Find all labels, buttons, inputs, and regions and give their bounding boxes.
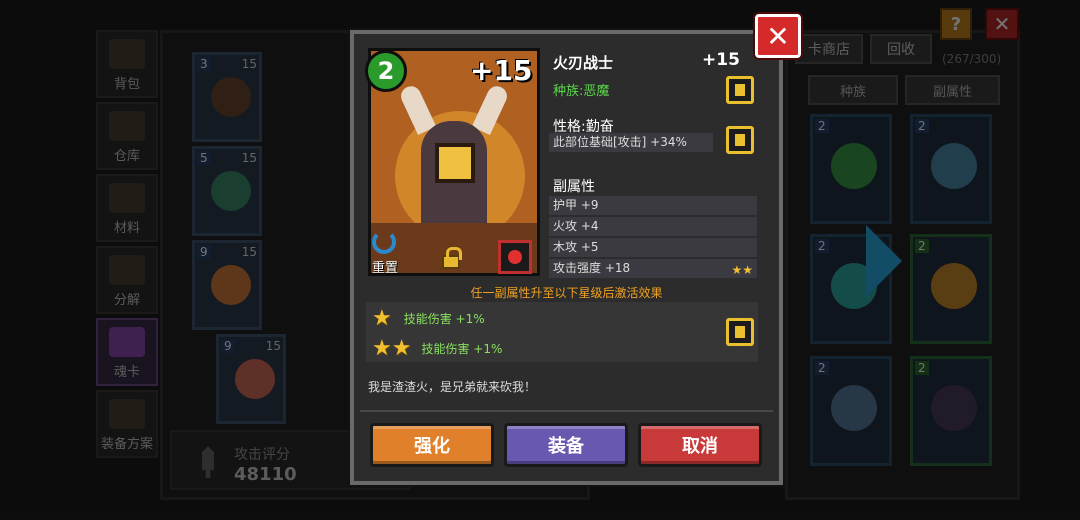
sidebar-item-warehouse[interactable]: 仓库 — [96, 102, 158, 170]
inventory-card[interactable]: 2 — [810, 356, 892, 466]
equipped-card[interactable]: 9 15 — [192, 240, 262, 330]
sword-icon — [202, 446, 214, 478]
card-plus-level: +15 — [702, 50, 740, 70]
reset-icon[interactable] — [372, 230, 396, 254]
visor — [435, 143, 475, 183]
equipped-card[interactable]: 9 15 — [216, 334, 286, 424]
race-lock-button[interactable] — [726, 76, 754, 104]
activation-hint: 任一副属性升至以下星级后激活效果 — [470, 286, 663, 300]
card-quote: 我是渣渣火，是兄弟就来砍我！ — [368, 380, 537, 394]
sub-stat-row: 护甲 +9 — [549, 196, 757, 215]
card-art — [931, 143, 977, 189]
card-art — [235, 359, 275, 399]
lock-icon — [735, 134, 745, 146]
sub-stat-row: 木攻 +5 — [549, 238, 757, 257]
inventory-card[interactable]: 2 — [810, 114, 892, 224]
card-art — [831, 385, 877, 431]
upgrade-button[interactable]: 强化 — [370, 423, 494, 467]
sidebar-item-soul-card[interactable]: 魂卡 — [96, 318, 158, 386]
inventory-card[interactable]: 2 — [910, 356, 992, 466]
skill-bonus-row: ★★ 技能伤害 +1% — [372, 336, 503, 361]
card-art — [211, 265, 251, 305]
sidebar-item-decompose[interactable]: 分解 — [96, 246, 158, 314]
equip-plan-icon — [109, 399, 145, 429]
equipped-card[interactable]: 5 15 — [192, 146, 262, 236]
card-art — [931, 263, 977, 309]
card-art — [211, 77, 251, 117]
recycle-button[interactable]: 回收 — [870, 34, 932, 64]
materials-icon — [109, 183, 145, 213]
span — [508, 250, 522, 264]
trait-effect: 此部位基础[攻击] +34% — [549, 133, 713, 152]
skill-lock-button[interactable] — [726, 318, 754, 346]
horn-l — [397, 83, 437, 135]
skill-bonus-row: ★ 技能伤害 +1% — [372, 306, 485, 331]
sub-attr-filter[interactable]: 副属性 — [905, 75, 1000, 105]
cancel-button[interactable]: 取消 — [638, 423, 762, 467]
card-art — [931, 385, 977, 431]
card-level-badge: 2 — [365, 50, 407, 92]
sub-attr-title: 副属性 — [553, 179, 595, 195]
soul-card-icon — [109, 327, 145, 357]
sidebar-item-materials[interactable]: 材料 — [96, 174, 158, 242]
card-art — [211, 171, 251, 211]
sidebar: 背包 仓库 材料 分解 魂卡 装备方案 — [96, 30, 166, 462]
equip-button[interactable]: 装备 — [504, 423, 628, 467]
close-page-button[interactable]: ✕ — [985, 8, 1019, 40]
decompose-icon — [109, 255, 145, 285]
card-name: 火刃战士 — [553, 54, 614, 72]
inventory-card[interactable]: 2 — [910, 234, 992, 344]
sub-stat-row: 攻击强度 +18 ★★ — [549, 259, 757, 278]
card-race: 种族:恶魔 — [553, 84, 610, 99]
race-filter[interactable]: 种族 — [808, 75, 898, 105]
card-enhance-level: +15 — [470, 54, 533, 87]
fire-element-icon — [498, 240, 532, 274]
bag-icon — [109, 39, 145, 69]
inventory-card[interactable]: 2 — [910, 114, 992, 224]
lock-icon — [735, 84, 745, 96]
warehouse-icon — [109, 111, 145, 141]
lock-icon[interactable] — [442, 247, 462, 269]
card-count: (267/300) — [942, 52, 1002, 66]
lock-icon — [735, 326, 745, 338]
equipped-card[interactable]: 3 15 — [192, 52, 262, 142]
divider — [360, 410, 773, 412]
sub-stat-row: 火攻 +4 — [549, 217, 757, 236]
sidebar-item-equip-plan[interactable]: 装备方案 — [96, 390, 158, 458]
card-shop-button[interactable]: 卡商店 — [795, 34, 863, 64]
reset-label[interactable]: 重置 — [372, 257, 398, 276]
next-page-arrow-icon[interactable] — [866, 225, 902, 297]
horn-r — [471, 83, 511, 135]
star-icon: ★★ — [372, 336, 412, 361]
star-icon: ★ — [372, 306, 392, 331]
sidebar-item-bag[interactable]: 背包 — [96, 30, 158, 98]
close-modal-button[interactable]: ✕ — [755, 14, 801, 58]
trait-lock-button[interactable] — [726, 126, 754, 154]
card-art — [831, 143, 877, 189]
help-button[interactable]: ? — [940, 8, 972, 40]
star-rating: ★★ — [731, 263, 753, 277]
